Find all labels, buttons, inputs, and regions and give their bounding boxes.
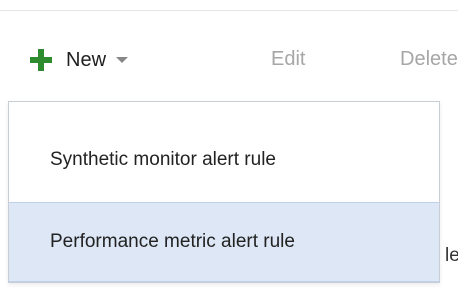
new-button-label: New bbox=[66, 48, 107, 71]
toolbar: New Edit Delete bbox=[0, 30, 458, 90]
new-dropdown-menu: Synthetic monitor alert rule Performance… bbox=[8, 101, 440, 283]
menu-item-performance-metric-alert-rule[interactable]: Performance metric alert rule bbox=[9, 202, 439, 282]
toolbar-divider bbox=[0, 10, 458, 11]
delete-button[interactable]: Delete bbox=[400, 48, 458, 71]
plus-icon bbox=[30, 49, 52, 71]
chevron-down-icon[interactable] bbox=[116, 57, 129, 63]
edit-button[interactable]: Edit bbox=[271, 48, 305, 71]
new-button[interactable]: New bbox=[30, 42, 129, 78]
menu-item-synthetic-monitor-alert-rule[interactable]: Synthetic monitor alert rule bbox=[9, 120, 439, 200]
background-text-fragment: le bbox=[445, 245, 458, 266]
